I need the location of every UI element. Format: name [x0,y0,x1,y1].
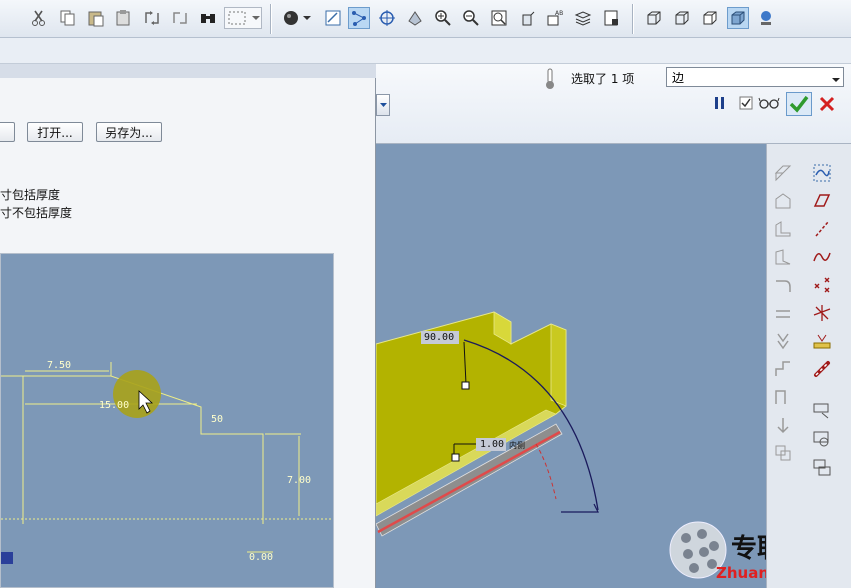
open-button[interactable]: 打开... [27,122,83,142]
previous-button[interactable] [0,122,15,142]
filter-select[interactable]: 边 [666,67,844,87]
sketch-view-icon[interactable] [322,7,344,29]
selection-status: 选取了 1 项 [571,72,635,86]
flatten-icon[interactable] [771,442,795,464]
preview-dim-d1: 7.50 [47,360,71,371]
dimension-preview: 7.50 15.00 50 7.00 0.00 [0,253,334,588]
main-toolbar: AB [0,0,851,38]
thermometer-icon [544,68,556,93]
find-icon[interactable] [197,7,219,29]
angle-dimension: 90.00 [424,332,455,343]
dashboard-collapse-button[interactable] [376,94,390,116]
toolbar-separator [270,4,272,34]
form-icon[interactable] [771,414,795,436]
rip-icon[interactable] [771,386,795,408]
refit-icon[interactable] [488,7,510,29]
preview-dim-d2: 15.00 [99,400,129,411]
spin-center-icon[interactable] [376,7,398,29]
corner-relief-icon[interactable] [771,358,795,380]
wall-icon[interactable] [771,246,795,268]
udf-icon[interactable] [810,456,834,478]
chain-icon[interactable] [810,358,834,380]
zoom-out-icon[interactable] [460,7,482,29]
angle-drag-handle[interactable] [461,381,470,390]
sketch-tool-icon[interactable] [348,7,370,29]
sketch-insert-icon[interactable] [810,400,834,422]
length-dimension: 1.00 [480,439,505,450]
wireframe-icon[interactable] [643,7,665,29]
reorient-icon[interactable] [516,7,538,29]
axis-icon[interactable] [810,218,834,240]
shading-dropdown-icon[interactable] [302,7,312,29]
bend-back-icon[interactable] [771,330,795,352]
shaded-model-icon[interactable] [727,7,749,29]
paste-icon[interactable] [85,7,107,29]
graphics-area[interactable]: 90.00 1.00 内侧 专职网 Zhuanzhi.Net [376,144,766,588]
option-exclude-thickness[interactable]: 寸不包括厚度 [0,204,72,221]
selection-box-icon[interactable] [224,7,262,29]
pause-icon[interactable] [713,95,727,114]
zoom-in-icon[interactable] [432,7,454,29]
hidden-line-icon[interactable] [671,7,693,29]
feature-toolbar [766,144,851,588]
shape-icon[interactable] [810,428,834,450]
enhanced-realism-icon[interactable] [755,7,777,29]
preview-dim-d5: 0.00 [249,552,273,563]
regen-manager-icon[interactable] [169,7,191,29]
chevron-down-icon [832,73,840,87]
datum-plane-icon[interactable] [771,162,795,184]
named-views-icon[interactable]: AB [544,7,566,29]
preview-corner-icon [1,552,13,564]
save-as-button[interactable]: 另存为... [96,122,162,142]
bend-icon[interactable] [771,274,795,296]
sketch-curve-icon[interactable] [810,162,834,184]
copy-icon[interactable] [57,7,79,29]
watermark-text: 专职网 [731,534,766,564]
shading-icon[interactable] [280,7,302,29]
extrude-icon[interactable] [771,190,795,212]
glasses-icon[interactable] [758,96,780,113]
length-drag-handle[interactable] [451,453,460,462]
paste-special-icon[interactable] [113,7,135,29]
layers-icon[interactable] [572,7,594,29]
toolbar-band [0,38,851,64]
cut-icon[interactable] [28,7,50,29]
svg-text:AB: AB [555,10,563,17]
preview-dim-d3: 50 [211,414,223,425]
curve-icon[interactable] [810,246,834,268]
no-hidden-icon[interactable] [699,7,721,29]
toolbar-separator [632,4,634,34]
option-include-thickness[interactable]: 寸包括厚度 [0,186,60,203]
coordinate-system-icon[interactable] [810,302,834,324]
cancel-button[interactable] [818,95,836,116]
plane-icon[interactable] [810,190,834,212]
filter-select-value: 边 [672,70,685,85]
view-manager-icon[interactable] [404,7,426,29]
angle-arrow [561,503,599,513]
bend-table-dialog: 打开... 另存为... 寸包括厚度 寸不包括厚度 7.50 15.00 50 … [0,78,376,588]
preview-checkbox[interactable] [739,96,753,113]
unbend-icon[interactable] [771,302,795,324]
analysis-icon[interactable] [810,330,834,352]
model-side-face [550,323,567,407]
accept-button[interactable] [786,92,812,116]
flange-icon[interactable] [771,218,795,240]
point-icon[interactable] [810,274,834,296]
regenerate-icon[interactable] [141,7,163,29]
length-side-tag: 内侧 [509,441,525,450]
preview-sketch: 7.50 15.00 50 7.00 0.00 [1,360,333,564]
flip-direction-hint [535,443,557,500]
preview-dim-d4: 7.00 [287,475,311,486]
feature-dashboard: 选取了 1 项 边 [376,64,851,144]
display-style-icon[interactable] [600,7,622,29]
watermark-url: Zhuanzhi.Net [716,564,766,582]
